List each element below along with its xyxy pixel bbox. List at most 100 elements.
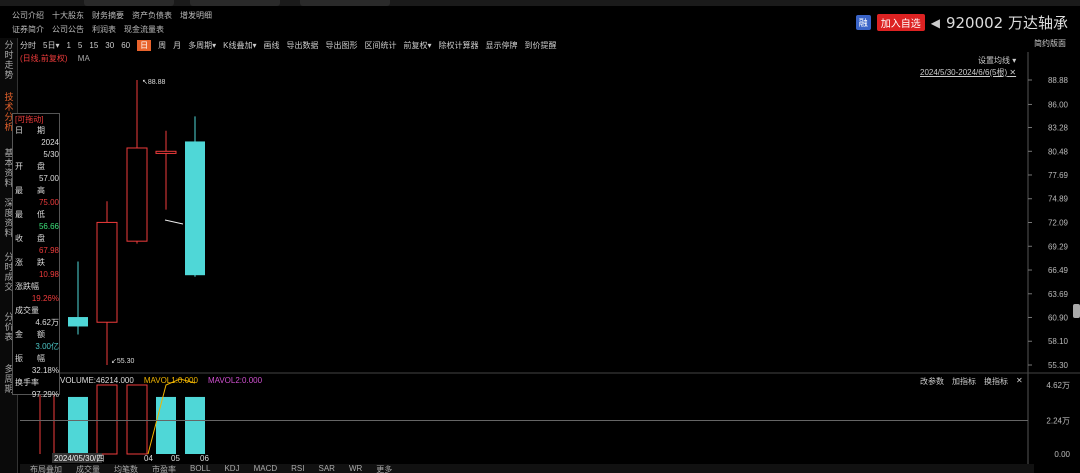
toolbar-item[interactable]: 画线 <box>263 40 279 51</box>
info-menu-row-2: 证券简介 公司公告 利润表 现金流量表 <box>12 24 164 35</box>
y-tick-label: 83.28 <box>1048 124 1069 133</box>
y-tick-label: 66.49 <box>1048 266 1069 275</box>
add-to-watchlist-button[interactable]: 加入自选 <box>876 14 925 31</box>
toolbar-item[interactable]: 月 <box>173 40 181 51</box>
toolbar-item[interactable]: 5日▾ <box>43 40 59 51</box>
indicator-tab[interactable]: RSI <box>291 464 304 473</box>
info-label: 期 <box>37 126 45 135</box>
info-label: 日 <box>15 126 23 135</box>
indicator-tab[interactable]: 布局叠加 <box>30 464 62 473</box>
info-label: 高 <box>37 186 45 195</box>
x-tick-label: 05 <box>171 454 180 463</box>
toolbar-item[interactable]: 到价提醒 <box>524 40 556 51</box>
window-tab[interactable] <box>190 0 280 6</box>
indicator-tab[interactable]: BOLL <box>190 464 210 473</box>
indicator-tab[interactable]: 成交量 <box>76 464 100 473</box>
toolbar-item[interactable]: 导出图形 <box>325 40 357 51</box>
y-tick-label: 80.48 <box>1048 147 1069 156</box>
toolbar-item[interactable]: 15 <box>89 41 98 50</box>
menu-item[interactable]: 资产负债表 <box>132 10 172 21</box>
info-label: 收 <box>15 234 23 243</box>
date-box-label: 2024/05/30/四 <box>54 454 104 463</box>
toolbar-item[interactable]: 日 <box>137 39 152 51</box>
toolbar-item[interactable]: 显示停牌 <box>485 40 517 51</box>
toolbar-item[interactable]: K线叠加▾ <box>223 40 256 51</box>
volume-tick-label: 4.62万 <box>1046 381 1070 390</box>
info-label: 低 <box>37 210 45 219</box>
info-label: 额 <box>37 330 45 339</box>
indicator-tab[interactable]: WR <box>349 464 362 473</box>
menu-item[interactable]: 证券简介 <box>12 24 44 35</box>
menu-item[interactable]: 公司公告 <box>52 24 84 35</box>
scrollbar-handle[interactable] <box>1073 304 1080 318</box>
info-value: 67.98 <box>38 246 59 255</box>
triangle-left-icon[interactable]: ◀ <box>931 16 940 30</box>
toolbar-item[interactable]: 多周期▾ <box>188 40 216 51</box>
add-indicator-button[interactable]: 加指标 <box>952 376 976 387</box>
info-box[interactable]: [可拖动] 日期 2024 5/30 开盘 57.00 最高 75.00 最低 56.66 收盘 67… <box>12 113 60 399</box>
info-value: 5/30 <box>43 150 59 159</box>
kline-chart[interactable]: 88.88 86.00 83.28 80.48 77.69 74.89 72.09 69.29… <box>20 52 1080 464</box>
indicator-tab[interactable]: SAR <box>319 464 335 473</box>
volume-bar <box>68 396 88 454</box>
info-label: 最 <box>15 210 23 219</box>
menu-item[interactable]: 十大股东 <box>52 10 84 21</box>
info-label: 涨 <box>15 258 23 267</box>
close-icon[interactable]: ✕ <box>1016 376 1023 387</box>
info-label: 涨跌幅 <box>15 282 39 291</box>
indicator-tab[interactable]: 市盈率 <box>152 464 176 473</box>
info-value: 75.00 <box>38 198 59 207</box>
y-tick-label: 55.30 <box>1048 361 1069 370</box>
info-value: 57.00 <box>38 174 59 183</box>
toolbar-item[interactable]: 1 <box>66 41 70 50</box>
x-tick-label: 04 <box>144 454 153 463</box>
info-label: 开 <box>15 162 23 171</box>
toolbar-item[interactable]: 导出数据 <box>286 40 318 51</box>
volume-controls: 改参数 加指标 换指标 ✕ <box>920 376 1023 387</box>
menu-item[interactable]: 现金流量表 <box>124 24 164 35</box>
simple-layout-link[interactable]: 简约版面 <box>1034 38 1066 49</box>
mavol1-value: MAVOL1:0.000 <box>143 376 198 385</box>
toolbar-item[interactable]: 30 <box>105 41 114 50</box>
switch-indicator-button[interactable]: 换指标 <box>984 376 1008 387</box>
toolbar-item[interactable]: 区间统计 <box>364 40 396 51</box>
info-box-title: [可拖动] <box>15 115 44 124</box>
toolbar-item[interactable]: 5 <box>78 41 82 50</box>
info-value: 2024 <box>41 138 59 147</box>
info-label: 盘 <box>37 234 45 243</box>
window-top-bar <box>0 0 1080 6</box>
toolbar-item[interactable]: 60 <box>121 41 130 50</box>
y-tick-label: 69.29 <box>1048 242 1069 251</box>
edit-params-button[interactable]: 改参数 <box>920 376 944 387</box>
info-label: 最 <box>15 186 23 195</box>
toolbar-item[interactable]: 分时 <box>20 40 36 51</box>
info-label: 跌 <box>37 258 45 267</box>
info-label: 幅 <box>37 354 45 363</box>
info-value: 19.26% <box>31 294 59 303</box>
toolbar-item[interactable]: 前复权▾ <box>403 40 431 51</box>
toolbar-item[interactable]: 周 <box>158 40 166 51</box>
margin-trading-badge: 融 <box>855 15 871 30</box>
window-tab[interactable] <box>300 0 390 6</box>
menu-item[interactable]: 财务摘要 <box>92 10 124 21</box>
menu-item[interactable]: 公司介绍 <box>12 10 44 21</box>
indicator-tab[interactable]: MACD <box>254 464 278 473</box>
candle-body <box>96 221 118 323</box>
volume-tick-label: 0.00 <box>1054 450 1070 459</box>
indicator-tab[interactable]: KDJ <box>224 464 239 473</box>
window-tab[interactable] <box>84 0 174 6</box>
indicator-tab[interactable]: 更多 <box>376 464 392 473</box>
indicator-tabs: 布局叠加 成交量 均笔数 市盈率 BOLL KDJ MACD RSI SAR WR 更多 <box>20 464 1034 473</box>
indicator-tab[interactable]: 均笔数 <box>114 464 138 473</box>
toolbar-item[interactable]: 除权计算器 <box>438 40 478 51</box>
info-value: 10.98 <box>38 270 59 279</box>
menu-item[interactable]: 增发明细 <box>180 10 212 21</box>
menu-item[interactable]: 利润表 <box>92 24 116 35</box>
info-label: 振 <box>15 354 23 363</box>
info-label: 成交量 <box>15 306 39 315</box>
y-tick-label: 77.69 <box>1048 171 1069 180</box>
info-label: 盘 <box>37 162 45 171</box>
volume-tick-label: 2.24万 <box>1046 417 1070 426</box>
volume-value: VOLUME:46214.000 <box>60 376 134 385</box>
nav-item-intraday[interactable]: 分时走势 <box>2 40 16 80</box>
